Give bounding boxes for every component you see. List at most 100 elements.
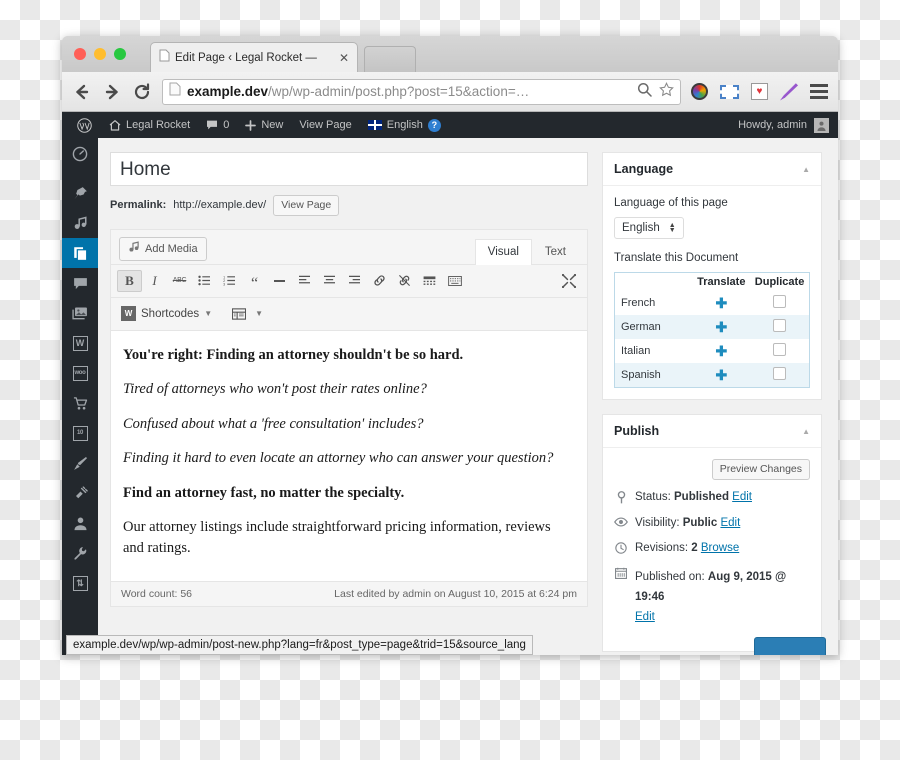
forward-button[interactable] — [102, 82, 122, 102]
unlink-icon[interactable] — [392, 270, 417, 292]
view-page-menu[interactable]: View Page — [291, 112, 359, 138]
duplicate-cell[interactable] — [750, 339, 809, 363]
sidebar-item-woocommerce[interactable]: woo — [62, 358, 98, 388]
add-translation-icon[interactable]: ✚ — [715, 319, 727, 335]
status-value: Published — [674, 490, 729, 503]
close-tab-icon[interactable]: ✕ — [337, 51, 351, 65]
bold-icon[interactable]: B — [117, 269, 142, 292]
link-icon[interactable] — [367, 270, 392, 292]
tab-visual[interactable]: Visual — [474, 238, 532, 265]
new-content-menu[interactable]: New — [237, 112, 291, 138]
add-translation-icon[interactable]: ✚ — [715, 343, 727, 359]
menu-icon[interactable] — [810, 84, 828, 99]
status-edit-link[interactable]: Edit — [732, 491, 752, 503]
translate-cell[interactable]: ✚ — [693, 291, 751, 315]
reload-button[interactable] — [132, 82, 152, 102]
sidebar-item-pages[interactable] — [62, 238, 98, 268]
collapse-chevron-up-icon[interactable]: ▲ — [802, 165, 810, 174]
back-button[interactable] — [72, 82, 92, 102]
tab-text[interactable]: Text — [532, 239, 579, 265]
avatar[interactable] — [814, 117, 829, 133]
post-title-input[interactable]: Home — [110, 152, 588, 186]
update-button[interactable] — [754, 637, 826, 655]
align-center-icon[interactable] — [317, 270, 342, 292]
content-paragraph: You're right: Finding an attorney should… — [123, 346, 464, 363]
language-menu[interactable]: English ? — [360, 112, 449, 138]
add-media-button[interactable]: Add Media — [119, 236, 207, 261]
add-translation-icon[interactable]: ✚ — [715, 295, 727, 311]
align-right-icon[interactable] — [342, 270, 367, 292]
sidebar-item-users[interactable] — [62, 508, 98, 538]
howdy-label[interactable]: Howdy, admin — [738, 119, 807, 131]
minimize-window-button[interactable] — [94, 48, 106, 60]
add-translation-icon[interactable]: ✚ — [715, 367, 727, 383]
fullscreen-icon[interactable] — [556, 270, 581, 292]
screenshot-icon[interactable] — [720, 84, 739, 99]
duplicate-cell[interactable] — [750, 363, 810, 388]
table-chevron-down-icon[interactable]: ▼ — [255, 309, 263, 318]
published-edit-link[interactable]: Edit — [635, 611, 655, 623]
strikethrough-icon[interactable]: ABC — [167, 270, 192, 292]
sidebar-item-dashboard[interactable] — [62, 139, 98, 169]
blockquote-icon[interactable]: “ — [242, 270, 267, 292]
permalink-url[interactable]: http://example.dev/ — [173, 199, 266, 211]
sidebar-item-wpml[interactable]: W — [62, 328, 98, 358]
browser-tab[interactable]: Edit Page ‹ Legal Rocket — ✕ — [150, 42, 358, 72]
italic-icon[interactable]: I — [142, 270, 167, 292]
new-label: New — [261, 119, 284, 131]
bullet-list-icon[interactable] — [192, 270, 217, 292]
new-tab-button[interactable] — [364, 46, 416, 72]
duplicate-checkbox[interactable] — [773, 319, 787, 332]
sidebar-item-posts[interactable] — [62, 178, 98, 208]
help-icon[interactable]: ? — [427, 118, 441, 132]
visibility-edit-link[interactable]: Edit — [720, 517, 740, 529]
preview-changes-button[interactable]: Preview Changes — [711, 459, 810, 480]
sidebar-item-products[interactable] — [62, 388, 98, 418]
sidebar-item-plugins[interactable] — [62, 478, 98, 508]
translate-cell[interactable]: ✚ — [692, 315, 751, 339]
bookmark-star-icon[interactable] — [659, 81, 674, 102]
content-paragraph: Finding it hard to even locate an attorn… — [123, 450, 554, 467]
publish-box-header[interactable]: Publish ▲ — [603, 415, 821, 448]
duplicate-checkbox[interactable] — [773, 367, 787, 380]
read-more-icon[interactable] — [417, 270, 442, 292]
translate-cell[interactable]: ✚ — [692, 363, 751, 388]
publish-box: Publish ▲ Preview Changes Status: Publis… — [602, 414, 822, 652]
revisions-value: 2 — [691, 541, 698, 554]
sidebar-item-comments[interactable] — [62, 268, 98, 298]
site-name-menu[interactable]: Legal Rocket — [101, 112, 198, 138]
view-page-button[interactable]: View Page — [273, 195, 340, 216]
editor-content-area[interactable]: You're right: Finding an attorney should… — [111, 330, 587, 581]
address-bar[interactable]: example.dev/wp/wp-admin/post.php?post=15… — [162, 78, 681, 105]
duplicate-cell[interactable] — [750, 291, 809, 315]
sidebar-item-events[interactable]: 10 — [62, 418, 98, 448]
duplicate-checkbox[interactable] — [773, 343, 787, 356]
sidebar-item-tools[interactable] — [62, 538, 98, 568]
align-left-icon[interactable] — [292, 270, 317, 292]
sidebar-item-settings[interactable]: ⇅ — [62, 568, 98, 598]
sidebar-item-appearance[interactable] — [62, 448, 98, 478]
collapse-chevron-up-icon[interactable]: ▲ — [802, 427, 810, 436]
duplicate-cell[interactable] — [750, 315, 810, 339]
sidebar-item-gallery[interactable] — [62, 298, 98, 328]
wp-logo-icon[interactable] — [68, 112, 101, 138]
language-box-header[interactable]: Language ▲ — [603, 153, 821, 186]
row-language: German — [614, 315, 693, 339]
duplicate-checkbox[interactable] — [773, 295, 787, 308]
sidebar-item-media[interactable] — [62, 208, 98, 238]
color-wheel-icon[interactable] — [691, 83, 708, 100]
horizontal-rule-icon[interactable] — [267, 270, 292, 292]
pen-icon[interactable] — [780, 83, 798, 101]
table-icon[interactable] — [226, 303, 251, 325]
revisions-browse-link[interactable]: Browse — [701, 542, 739, 554]
search-icon[interactable] — [637, 82, 652, 102]
shortcodes-button[interactable]: W Shortcodes ▼ — [117, 306, 216, 322]
close-window-button[interactable] — [74, 48, 86, 60]
heart-bookmark-icon[interactable]: ♥ — [751, 83, 768, 100]
keyboard-shortcuts-icon[interactable] — [442, 270, 467, 292]
numbered-list-icon[interactable]: 123 — [217, 270, 242, 292]
maximize-window-button[interactable] — [114, 48, 126, 60]
comments-menu[interactable]: 0 — [198, 112, 237, 138]
language-select[interactable]: English ▲ ▼ — [614, 217, 684, 239]
translate-cell[interactable]: ✚ — [693, 339, 751, 363]
